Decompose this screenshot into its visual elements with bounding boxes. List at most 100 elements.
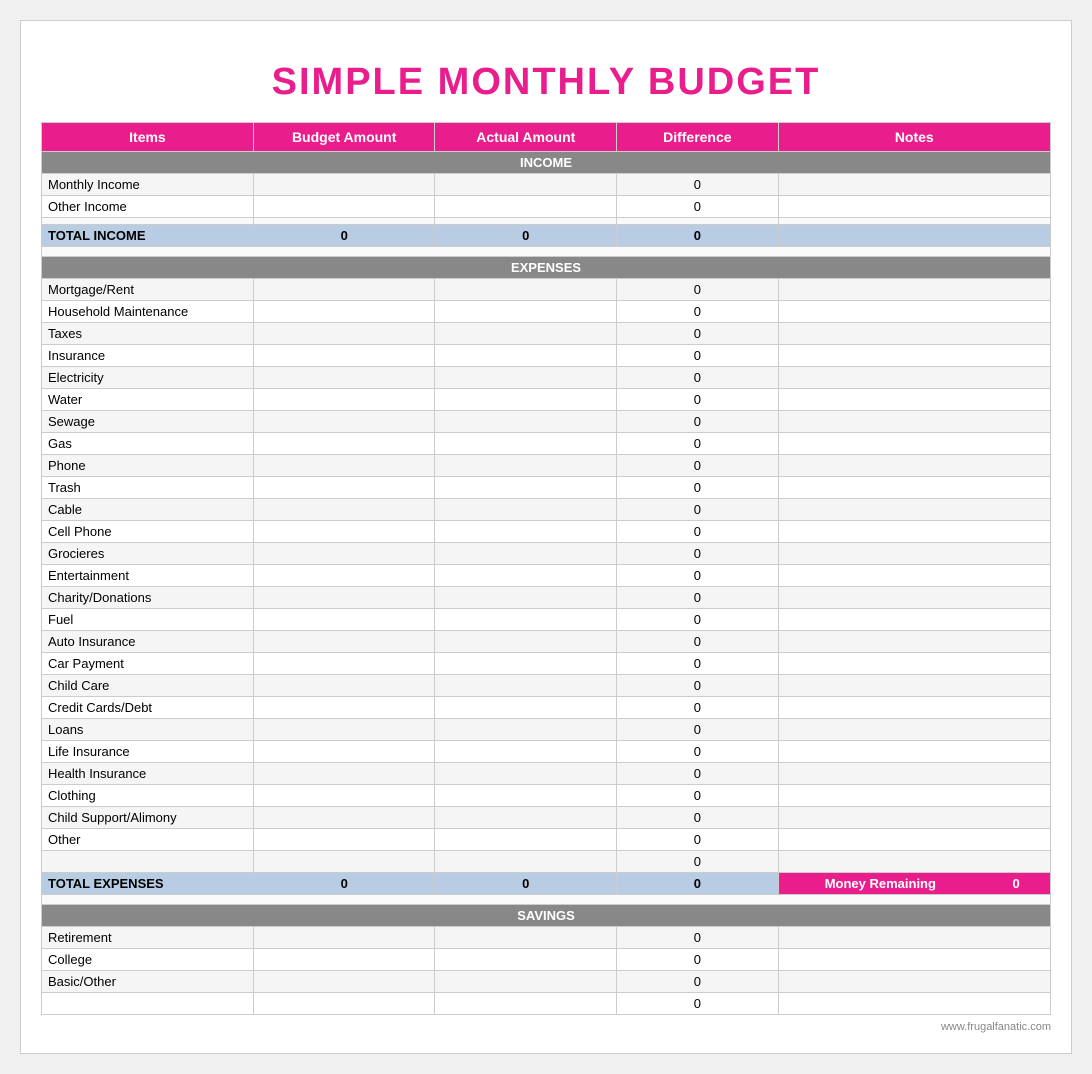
row-actual[interactable] [435,609,617,631]
row-notes[interactable] [778,499,1050,521]
row-notes[interactable] [778,455,1050,477]
row-actual[interactable] [435,763,617,785]
row-budget[interactable] [253,927,435,949]
row-budget[interactable] [253,455,435,477]
row-budget[interactable] [253,367,435,389]
row-budget[interactable] [253,949,435,971]
row-actual[interactable] [435,697,617,719]
row-actual[interactable] [435,829,617,851]
row-item[interactable]: Retirement [42,927,254,949]
row-budget[interactable] [253,785,435,807]
row-item[interactable]: Life Insurance [42,741,254,763]
row-actual[interactable] [435,807,617,829]
row-notes[interactable] [778,521,1050,543]
row-budget[interactable] [253,609,435,631]
row-item[interactable]: Basic/Other [42,971,254,993]
row-item[interactable]: Other Income [42,196,254,218]
row-actual[interactable] [435,631,617,653]
row-budget[interactable] [253,196,435,218]
row-notes[interactable] [778,609,1050,631]
row-budget[interactable] [253,543,435,565]
row-actual[interactable] [435,411,617,433]
row-notes[interactable] [778,174,1050,196]
row-notes[interactable] [778,411,1050,433]
row-item[interactable]: Insurance [42,345,254,367]
row-item[interactable]: Phone [42,455,254,477]
row-actual[interactable] [435,455,617,477]
row-notes[interactable] [778,631,1050,653]
row-item[interactable]: Credit Cards/Debt [42,697,254,719]
row-budget[interactable] [253,653,435,675]
row-actual[interactable] [435,367,617,389]
row-item[interactable]: Monthly Income [42,174,254,196]
row-item[interactable]: Health Insurance [42,763,254,785]
row-actual[interactable] [435,949,617,971]
row-item[interactable]: Cable [42,499,254,521]
row-actual[interactable] [435,719,617,741]
row-item[interactable]: Other [42,829,254,851]
row-item[interactable]: Auto Insurance [42,631,254,653]
row-notes[interactable] [778,301,1050,323]
row-actual[interactable] [435,345,617,367]
row-actual[interactable] [435,587,617,609]
row-item[interactable]: Gas [42,433,254,455]
row-budget[interactable] [253,741,435,763]
row-notes[interactable] [778,927,1050,949]
row-actual[interactable] [435,675,617,697]
row-budget[interactable] [253,807,435,829]
row-notes[interactable] [778,323,1050,345]
row-budget[interactable] [253,565,435,587]
row-budget[interactable] [253,829,435,851]
row-item[interactable]: Charity/Donations [42,587,254,609]
row-notes[interactable] [778,971,1050,993]
row-actual[interactable] [435,174,617,196]
row-actual[interactable] [435,389,617,411]
row-actual[interactable] [435,543,617,565]
row-item[interactable]: Water [42,389,254,411]
row-actual[interactable] [435,433,617,455]
row-budget[interactable] [253,675,435,697]
row-notes[interactable] [778,697,1050,719]
row-actual[interactable] [435,301,617,323]
row-budget[interactable] [253,174,435,196]
row-notes[interactable] [778,196,1050,218]
row-notes[interactable] [778,477,1050,499]
row-notes[interactable] [778,785,1050,807]
row-notes[interactable] [778,851,1050,873]
row-notes[interactable] [778,587,1050,609]
row-item[interactable]: Child Care [42,675,254,697]
row-actual[interactable] [435,196,617,218]
row-notes[interactable] [778,949,1050,971]
row-notes[interactable] [778,433,1050,455]
row-budget[interactable] [253,851,435,873]
row-actual[interactable] [435,477,617,499]
row-notes[interactable] [778,367,1050,389]
row-notes[interactable] [778,807,1050,829]
row-item[interactable] [42,851,254,873]
row-actual[interactable] [435,741,617,763]
row-actual[interactable] [435,323,617,345]
row-item[interactable]: Household Maintenance [42,301,254,323]
row-item[interactable]: Sewage [42,411,254,433]
row-notes[interactable] [778,345,1050,367]
row-budget[interactable] [253,323,435,345]
row-budget[interactable] [253,477,435,499]
row-actual[interactable] [435,499,617,521]
row-budget[interactable] [253,697,435,719]
row-item[interactable]: Electricity [42,367,254,389]
row-item[interactable]: Loans [42,719,254,741]
row-budget[interactable] [253,499,435,521]
row-actual[interactable] [435,785,617,807]
row-item[interactable] [42,993,254,1015]
row-actual[interactable] [435,279,617,301]
row-budget[interactable] [253,763,435,785]
row-item[interactable]: Grocieres [42,543,254,565]
row-notes[interactable] [778,763,1050,785]
row-actual[interactable] [435,565,617,587]
row-notes[interactable] [778,389,1050,411]
row-notes[interactable] [778,279,1050,301]
row-budget[interactable] [253,279,435,301]
row-actual[interactable] [435,927,617,949]
row-notes[interactable] [778,741,1050,763]
row-actual[interactable] [435,521,617,543]
